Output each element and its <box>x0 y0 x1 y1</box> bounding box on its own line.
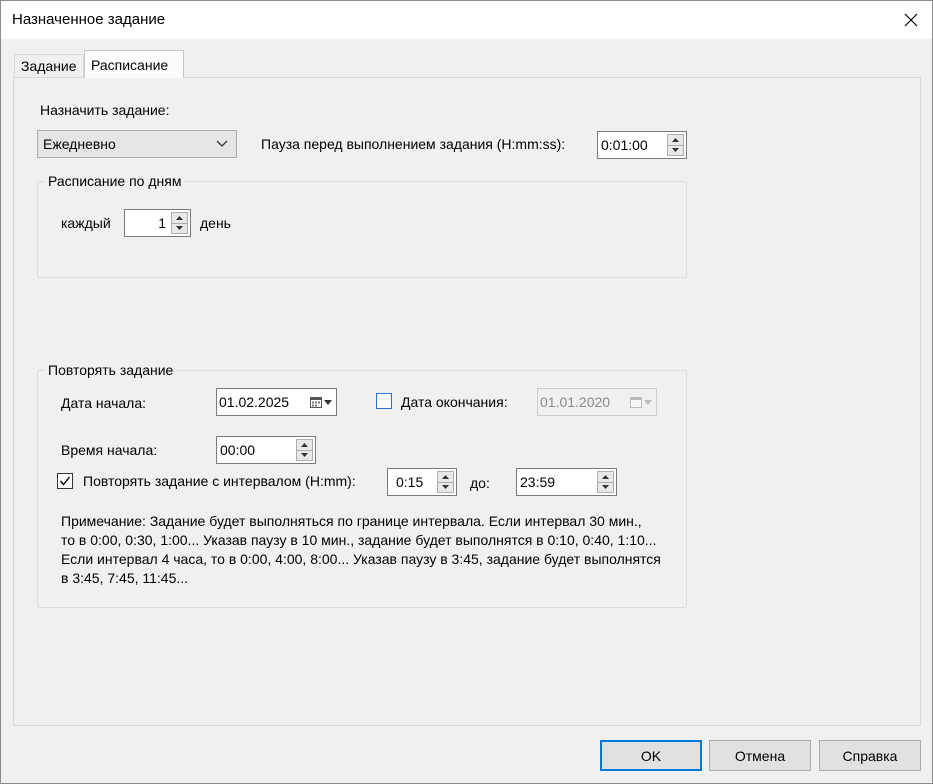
start-date-picker[interactable]: 01.02.2025 <box>216 388 337 416</box>
start-time-label: Время начала: <box>61 442 158 458</box>
note-line: то в 0:00, 0:30, 1:00... Указав паузу в … <box>61 532 657 548</box>
triangle-down-icon <box>644 399 652 405</box>
calendar-icon <box>630 397 642 408</box>
chevron-down-icon <box>216 140 228 147</box>
every-days-up-button[interactable] <box>171 212 188 224</box>
every-label: каждый <box>61 215 111 231</box>
window-title: Назначенное задание <box>12 11 166 28</box>
triangle-up-icon <box>176 215 183 220</box>
frequency-select[interactable]: Ежедневно <box>37 130 237 158</box>
cancel-button[interactable]: Отмена <box>709 740 811 771</box>
interval-up-button[interactable] <box>437 471 454 483</box>
until-label: до: <box>470 475 490 491</box>
until-time-spinner[interactable]: 23:59 <box>516 468 617 496</box>
end-date-checkbox[interactable] <box>376 393 392 409</box>
triangle-down-icon <box>672 148 679 153</box>
close-button[interactable] <box>896 5 926 35</box>
until-time-down-button[interactable] <box>597 482 614 493</box>
triangle-down-icon <box>176 226 183 231</box>
start-time-up-button[interactable] <box>296 439 313 451</box>
end-date-label: Дата окончания: <box>401 394 508 410</box>
pause-down-button[interactable] <box>667 145 684 156</box>
pause-up-button[interactable] <box>667 134 684 146</box>
repeat-task-title: Повторять задание <box>45 362 177 378</box>
interval-spinner[interactable]: 0:15 <box>387 468 457 496</box>
pause-label: Пауза перед выполнением задания (H:mm:ss… <box>261 136 566 152</box>
triangle-up-icon <box>442 474 449 479</box>
assign-task-label: Назначить задание: <box>40 102 170 118</box>
end-date-dropdown <box>630 396 652 408</box>
calendar-icon <box>310 397 322 408</box>
note-line: Примечание: Задание будет выполняться по… <box>61 513 642 529</box>
frequency-value: Ежедневно <box>43 136 116 152</box>
close-icon <box>904 13 918 27</box>
end-date-picker[interactable]: 01.01.2020 <box>537 388 657 416</box>
start-time-down-button[interactable] <box>296 450 313 461</box>
triangle-down-icon <box>442 485 449 490</box>
help-button[interactable]: Справка <box>819 740 921 771</box>
triangle-up-icon <box>672 137 679 142</box>
triangle-up-icon <box>602 474 609 479</box>
note-line: Если интервал 4 часа, то в 0:00, 4:00, 8… <box>61 551 661 567</box>
pause-spinner[interactable]: 0:01:00 <box>597 131 687 159</box>
start-date-label: Дата начала: <box>61 395 147 411</box>
interval-down-button[interactable] <box>437 482 454 493</box>
day-unit-label: день <box>200 215 231 231</box>
triangle-down-icon <box>324 399 332 405</box>
tab-schedule[interactable]: Расписание <box>84 50 184 78</box>
repeat-interval-label: Повторять задание с интервалом (H:mm): <box>83 473 356 489</box>
note-line: в 3:45, 7:45, 11:45... <box>61 570 189 586</box>
title-bar: Назначенное задание <box>1 1 932 39</box>
end-date-value: 01.01.2020 <box>540 394 611 410</box>
every-days-spinner[interactable]: 1 <box>124 209 191 237</box>
checkmark-icon <box>59 476 71 486</box>
interval-note: Примечание: Задание будет выполняться по… <box>61 512 676 588</box>
scheduled-task-dialog: Назначенное задание Задание Расписание Н… <box>0 0 933 784</box>
until-time-up-button[interactable] <box>597 471 614 483</box>
start-date-value: 01.02.2025 <box>219 394 290 410</box>
triangle-up-icon <box>301 442 308 447</box>
start-date-dropdown[interactable] <box>310 396 332 408</box>
daily-schedule-title: Расписание по дням <box>45 173 185 189</box>
tab-task[interactable]: Задание <box>14 54 84 77</box>
triangle-down-icon <box>301 453 308 458</box>
ok-button[interactable]: OK <box>600 740 702 771</box>
repeat-interval-checkbox[interactable] <box>57 473 73 489</box>
start-time-spinner[interactable]: 00:00 <box>216 436 316 464</box>
every-days-down-button[interactable] <box>171 223 188 234</box>
triangle-down-icon <box>602 485 609 490</box>
